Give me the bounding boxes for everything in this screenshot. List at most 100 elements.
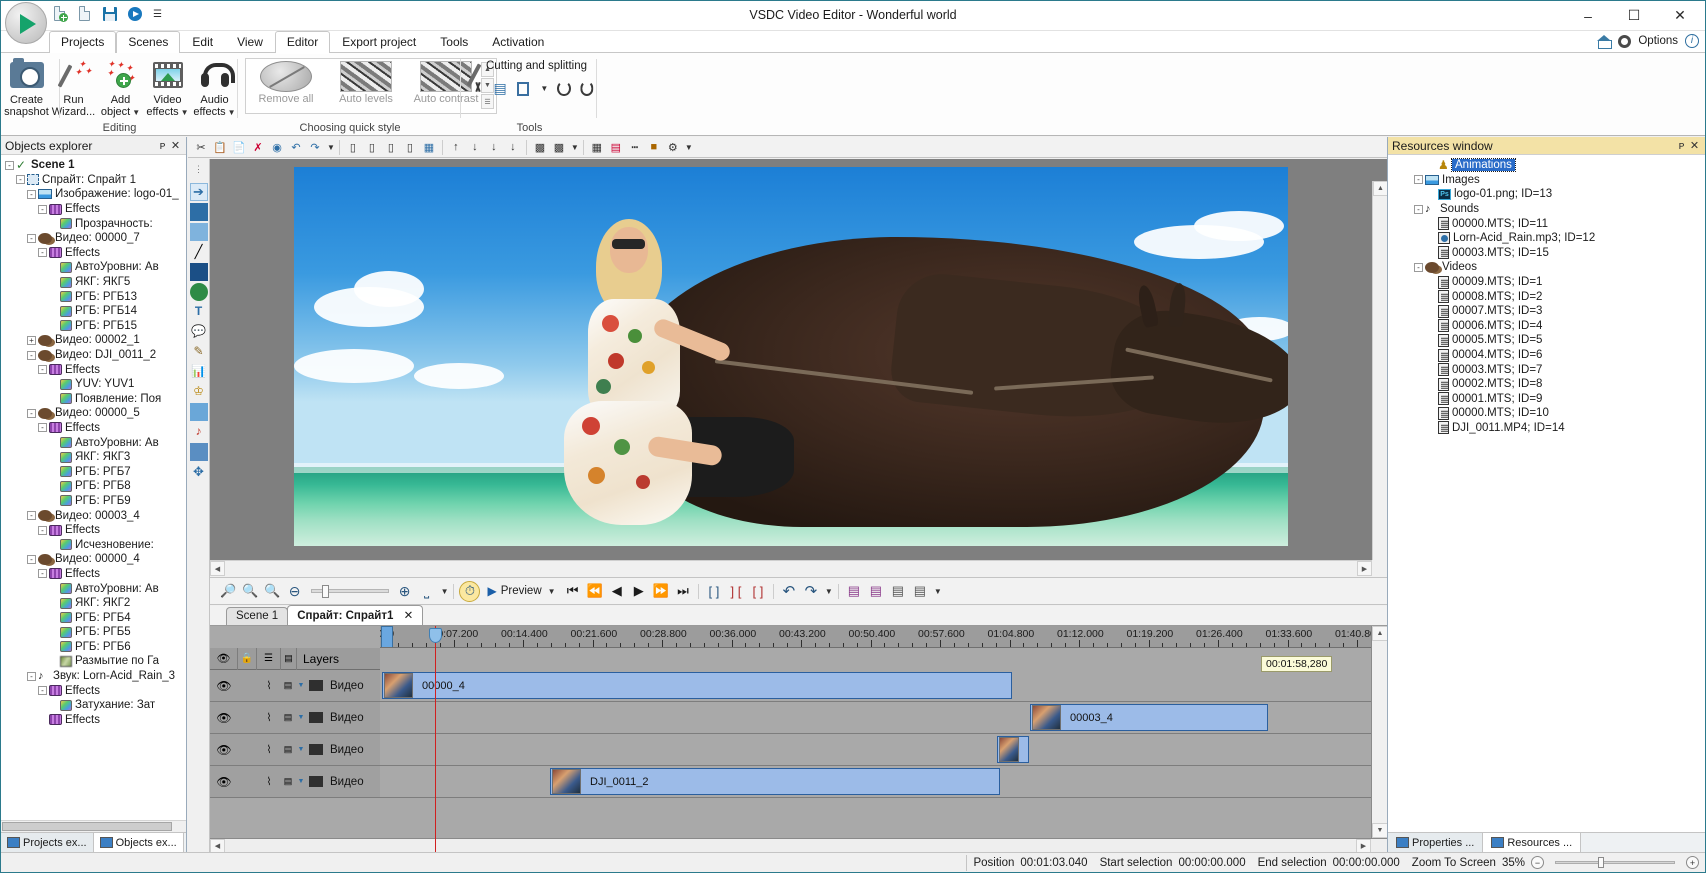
video-effects-button[interactable]: Video effects▼ <box>144 56 191 119</box>
collapse-icon[interactable]: - <box>38 423 47 432</box>
layer-options-icon[interactable]: ▤ <box>281 771 295 793</box>
audio-tool[interactable]: ♪ <box>190 423 208 441</box>
line-tool[interactable]: ╱ <box>190 243 208 261</box>
tree-node[interactable]: Исчезновение: <box>1 537 186 552</box>
lock-icon[interactable]: 🔒 <box>241 653 253 664</box>
eye-icon[interactable]: 👁 <box>210 739 238 761</box>
tree-node[interactable]: РГБ: РГБ14 <box>1 304 186 319</box>
timeline-layer-header[interactable]: 👁⌇▤▼Видео <box>210 702 380 734</box>
tree-node[interactable]: -Effects <box>1 246 186 261</box>
split-icon[interactable]: ▤ <box>493 80 507 97</box>
tree-node[interactable]: YUV: YUV1 <box>1 377 186 392</box>
collapse-icon[interactable]: - <box>27 511 36 520</box>
image-tool[interactable] <box>190 403 208 421</box>
tree-node[interactable]: 00005.MTS; ID=5 <box>1388 333 1705 348</box>
tree-node[interactable]: ЯКГ: ЯКГ2 <box>1 596 186 611</box>
run-wizard-button[interactable]: ✦ ✦ ✦ Run Wizard... <box>50 56 97 118</box>
scroll-left-button[interactable]: ◀ <box>210 839 225 853</box>
cut-icon[interactable]: ✂ <box>192 139 210 156</box>
scroll-down-button[interactable]: ▼ <box>1372 823 1388 838</box>
tree-node[interactable]: -Effects <box>1 567 186 582</box>
minimize-button[interactable]: – <box>1565 1 1611 30</box>
go-to-start-icon[interactable]: ⏮ <box>563 580 583 602</box>
tree-node[interactable]: 00000.MTS; ID=11 <box>1388 216 1705 231</box>
tree-node[interactable]: -Effects <box>1 362 186 377</box>
objects-tree-hscrollbar[interactable] <box>1 820 186 832</box>
align-left-icon[interactable]: ▯ <box>344 139 362 156</box>
tree-node[interactable]: 00001.MTS; ID=9 <box>1388 392 1705 407</box>
chart-tool[interactable]: 📊 <box>190 363 208 381</box>
tree-node[interactable]: -Видео: DJI_0011_2 <box>1 348 186 363</box>
align-right-icon[interactable]: ▯ <box>382 139 400 156</box>
tree-node[interactable]: -Видео: 00000_5 <box>1 406 186 421</box>
waveform-icon[interactable]: ☰ <box>264 653 273 664</box>
properties-icon[interactable]: ◉ <box>268 139 286 156</box>
collapse-icon[interactable]: - <box>38 205 47 214</box>
slider-knob[interactable] <box>322 585 329 598</box>
tree-node[interactable]: -Effects <box>1 421 186 436</box>
collapse-icon[interactable]: - <box>38 526 47 535</box>
waveform-icon[interactable]: ⌇ <box>257 675 281 697</box>
tree-node[interactable]: АвтоУровни: Ав <box>1 260 186 275</box>
tree-node[interactable]: РГБ: РГБ6 <box>1 640 186 655</box>
tab-projects-explorer[interactable]: Projects ex... <box>1 833 94 852</box>
chevron-down-icon[interactable]: ▼ <box>181 108 189 117</box>
tab-resources[interactable]: Resources ... <box>1483 833 1581 852</box>
scroll-right-button[interactable]: ▶ <box>1357 561 1372 576</box>
eye-icon[interactable]: 👁 <box>210 771 238 793</box>
set-in-point-icon[interactable]: [ ] <box>704 580 724 602</box>
settings-icon[interactable]: ⚙ <box>664 139 682 156</box>
gear-icon[interactable] <box>1618 35 1631 48</box>
undo-icon[interactable] <box>557 81 570 96</box>
tree-node[interactable]: +Видео: 00002_1 <box>1 333 186 348</box>
timeline-playhead[interactable] <box>435 626 436 852</box>
go-to-end-icon[interactable]: ⏭ <box>673 580 693 602</box>
tree-node[interactable]: 00003.MTS; ID=7 <box>1388 362 1705 377</box>
shape-tool[interactable] <box>190 223 208 241</box>
tree-node[interactable]: ЯКГ: ЯКГ3 <box>1 450 186 465</box>
tree-node[interactable]: 00004.MTS; ID=6 <box>1388 348 1705 363</box>
tab-export-project[interactable]: Export project <box>330 31 428 53</box>
chevron-down-icon[interactable]: ▼ <box>685 143 693 152</box>
close-icon[interactable]: ✕ <box>169 139 182 152</box>
timeline-clip[interactable]: DJI_0011_2 <box>550 768 1000 795</box>
close-icon[interactable]: ✕ <box>404 610 414 622</box>
collapse-icon[interactable]: - <box>27 409 36 418</box>
fit-icon[interactable]: ▦ <box>420 139 438 156</box>
align-middle-icon[interactable]: ↓ <box>466 139 484 156</box>
zoom-plus-icon[interactable]: ⊕ <box>395 580 415 602</box>
set-selection-start-icon[interactable]: ] [ <box>726 580 746 602</box>
zoom-out-icon[interactable]: 🔍 <box>240 580 260 602</box>
resources-tree[interactable]: ♟Animations-ImagesPslogo-01.png; ID=13-♪… <box>1388 155 1705 832</box>
audio-effects-button[interactable]: Audio effects▼ <box>191 56 238 119</box>
tree-node[interactable]: -Images <box>1388 173 1705 188</box>
tab-edit[interactable]: Edit <box>180 31 225 53</box>
tree-node[interactable]: Lorn-Acid_Rain.mp3; ID=12 <box>1388 231 1705 246</box>
chevron-down-icon[interactable]: ▼ <box>571 143 579 152</box>
collapse-icon[interactable]: - <box>27 351 36 360</box>
zoom-in-icon[interactable]: 🔎 <box>218 580 238 602</box>
tree-node[interactable]: -♪Sounds <box>1388 202 1705 217</box>
move-tool[interactable]: ✥ <box>190 463 208 481</box>
timeline-layer-header[interactable]: 👁⌇▤▼Видео <box>210 734 380 766</box>
objects-tree[interactable]: -✓Scene 1-Спрайт: Спрайт 1-Изображение: … <box>1 155 186 820</box>
timeline-layer-header[interactable]: 👁⌇▤▼Видео <box>210 670 380 702</box>
tree-node[interactable]: ЯКГ: ЯКГ5 <box>1 275 186 290</box>
maximize-button[interactable]: ☐ <box>1611 1 1657 30</box>
zoom-out-button[interactable]: − <box>1531 856 1544 869</box>
distribute-v-icon[interactable]: ↓ <box>504 139 522 156</box>
collapse-icon[interactable]: - <box>38 365 47 374</box>
collapse-icon[interactable]: - <box>27 190 36 199</box>
scene-tab-sprite1[interactable]: Спрайт: Спрайт1 ✕ <box>287 605 423 625</box>
zoom-reset-icon[interactable]: 🔍 <box>262 580 282 602</box>
ungroup-layers-icon[interactable]: ▤ <box>910 580 930 602</box>
align-bottom-icon[interactable]: ↓ <box>485 139 503 156</box>
pen-tool[interactable]: ✎ <box>190 343 208 361</box>
tree-node[interactable]: 00002.MTS; ID=8 <box>1388 377 1705 392</box>
chevron-down-icon[interactable]: ▼ <box>548 587 556 596</box>
ruler-scroll-handle[interactable] <box>381 626 393 648</box>
tree-node[interactable]: -Videos <box>1388 260 1705 275</box>
tree-node[interactable]: Pslogo-01.png; ID=13 <box>1388 187 1705 202</box>
zoom-label[interactable]: Zoom To Screen <box>1412 857 1496 869</box>
align-center-h-icon[interactable]: ▯ <box>363 139 381 156</box>
